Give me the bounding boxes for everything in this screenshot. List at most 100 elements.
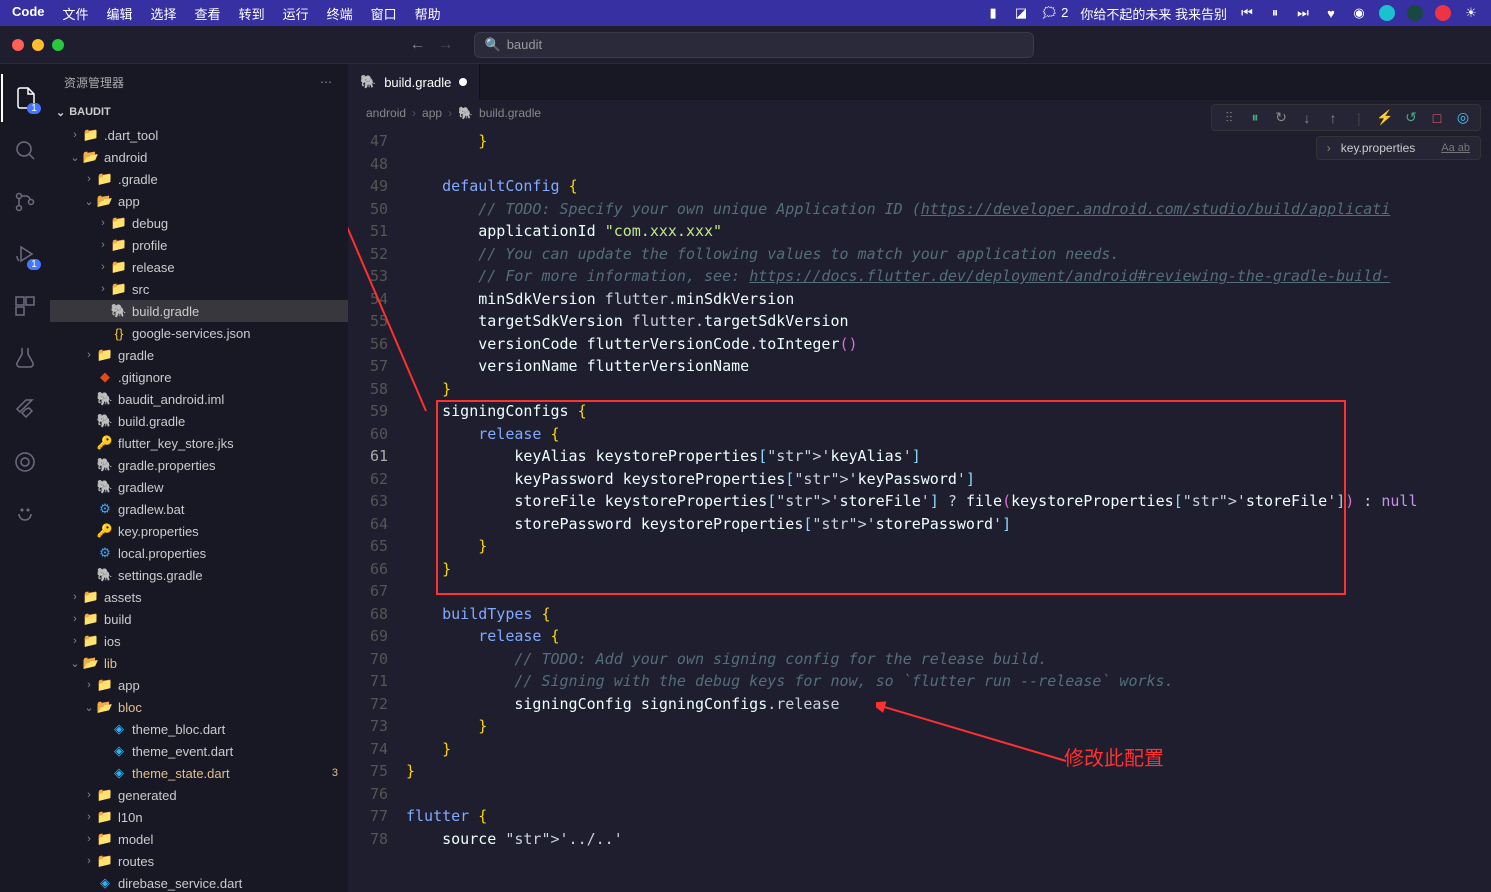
tree-item--gradle[interactable]: ›📁.gradle [50, 168, 348, 190]
hot-reload-icon[interactable]: ⚡ [1376, 109, 1394, 126]
tree-item-android[interactable]: ⌄📂android [50, 146, 348, 168]
tree-item-settings-gradle[interactable]: 🐘settings.gradle [50, 564, 348, 586]
maximize-window-button[interactable] [52, 39, 64, 51]
code-line[interactable]: } [406, 535, 1491, 558]
code-line[interactable]: storeFile keystoreProperties["str">'stor… [406, 490, 1491, 513]
close-window-button[interactable] [12, 39, 24, 51]
tree-item-build[interactable]: ›📁build [50, 608, 348, 630]
tree-item-assets[interactable]: ›📁assets [50, 586, 348, 608]
tree-item-model[interactable]: ›📁model [50, 828, 348, 850]
code-line[interactable]: versionCode flutterVersionCode.toInteger… [406, 333, 1491, 356]
tab-build-gradle[interactable]: 🐘 build.gradle [348, 64, 480, 100]
crumb-android[interactable]: android [366, 106, 406, 120]
tree-item-key-properties[interactable]: 🔑key.properties [50, 520, 348, 542]
activity-debug[interactable]: 1 [1, 230, 49, 278]
code-line[interactable]: // TODO: Specify your own unique Applica… [406, 198, 1491, 221]
tree-item-ios[interactable]: ›📁ios [50, 630, 348, 652]
code-line[interactable]: buildTypes { [406, 603, 1491, 626]
toolbar-stepover-icon[interactable]: ↻ [1272, 109, 1290, 126]
code-editor[interactable]: 4748495051525354555657585960616263646566… [348, 126, 1491, 892]
menu-help[interactable]: 帮助 [415, 4, 441, 23]
code-line[interactable]: keyPassword keystoreProperties["str">'ke… [406, 468, 1491, 491]
nav-back-icon[interactable]: ← [410, 36, 426, 54]
red-circle-icon[interactable] [1435, 5, 1451, 21]
activity-source-control[interactable] [1, 178, 49, 226]
activity-target[interactable] [1, 438, 49, 486]
activity-explorer[interactable]: 1 [1, 74, 49, 122]
code-line[interactable]: storePassword keystoreProperties["str">'… [406, 513, 1491, 536]
circle-icon[interactable]: ◉ [1351, 5, 1367, 21]
globe-icon[interactable] [1379, 5, 1395, 21]
code-line[interactable]: // You can update the following values t… [406, 243, 1491, 266]
minimize-window-button[interactable] [32, 39, 44, 51]
activity-smile[interactable] [1, 490, 49, 538]
tree-item-build-gradle[interactable]: 🐘build.gradle [50, 300, 348, 322]
code-line[interactable]: flutter { [406, 805, 1491, 828]
now-playing[interactable]: 你给不起的未来 我来告别 [1080, 4, 1227, 23]
code-line[interactable]: applicationId "com.xxx.xxx" [406, 220, 1491, 243]
code-line[interactable]: targetSdkVersion flutter.targetSdkVersio… [406, 310, 1491, 333]
tree-item-lib[interactable]: ⌄📂lib [50, 652, 348, 674]
nav-forward-icon[interactable]: → [438, 36, 454, 54]
tree-item-generated[interactable]: ›📁generated [50, 784, 348, 806]
tree-item-local-properties[interactable]: ⚙local.properties [50, 542, 348, 564]
code-line[interactable]: } [406, 378, 1491, 401]
tree-item-bloc[interactable]: ⌄📂bloc [50, 696, 348, 718]
wechat-status[interactable]: 🗯 2 [1041, 5, 1068, 21]
heart-icon[interactable]: ♥ [1323, 5, 1339, 21]
code-line[interactable]: signingConfigs { [406, 400, 1491, 423]
code-line[interactable]: // TODO: Add your own signing config for… [406, 648, 1491, 671]
code-line[interactable]: } [406, 558, 1491, 581]
hot-restart-icon[interactable]: ↺ [1402, 109, 1420, 126]
tree-item-theme-bloc-dart[interactable]: ◈theme_bloc.dart [50, 718, 348, 740]
tree-item-gradle[interactable]: ›📁gradle [50, 344, 348, 366]
toolbar-continue-icon[interactable]: ⫶⫶ [1220, 109, 1238, 126]
menu-window[interactable]: 窗口 [371, 4, 397, 23]
tree-item-build-gradle[interactable]: 🐘build.gradle [50, 410, 348, 432]
traffic-lights[interactable] [12, 39, 64, 51]
tree-item-flutter-key-store-jks[interactable]: 🔑flutter_key_store.jks [50, 432, 348, 454]
code-line[interactable]: source "str">'../..' [406, 828, 1491, 851]
tree-item-app[interactable]: ⌄📂app [50, 190, 348, 212]
tree-item-theme-event-dart[interactable]: ◈theme_event.dart [50, 740, 348, 762]
toolbar-pause-icon[interactable]: ⏸ [1246, 109, 1264, 126]
code-line[interactable]: } [406, 130, 1491, 153]
tree-item-gradlew-bat[interactable]: ⚙gradlew.bat [50, 498, 348, 520]
tree-item-google-services-json[interactable]: {}google-services.json [50, 322, 348, 344]
menu-selection[interactable]: 选择 [151, 4, 177, 23]
toolbar-stepin-icon[interactable]: ↓ [1298, 110, 1316, 126]
tree-item-l10n[interactable]: ›📁l10n [50, 806, 348, 828]
tree-item-release[interactable]: ›📁release [50, 256, 348, 278]
tree-item-theme-state-dart[interactable]: ◈theme_state.dart3 [50, 762, 348, 784]
code-line[interactable] [406, 153, 1491, 176]
activity-flutter[interactable] [1, 386, 49, 434]
menu-run[interactable]: 运行 [283, 4, 309, 23]
code-line[interactable]: } [406, 715, 1491, 738]
toolbar-stepout-icon[interactable]: ↑ [1324, 110, 1342, 126]
tree-item-app[interactable]: ›📁app [50, 674, 348, 696]
code-line[interactable] [406, 580, 1491, 603]
figma-icon[interactable]: ▮ [985, 5, 1001, 21]
sun-icon[interactable]: ☀ [1463, 5, 1479, 21]
tree-item-debug[interactable]: ›📁debug [50, 212, 348, 234]
tree-item-gradle-properties[interactable]: 🐘gradle.properties [50, 454, 348, 476]
code-line[interactable]: // For more information, see: https://do… [406, 265, 1491, 288]
app-icon[interactable]: ◪ [1013, 5, 1029, 21]
code-line[interactable]: minSdkVersion flutter.minSdkVersion [406, 288, 1491, 311]
tree-item-routes[interactable]: ›📁routes [50, 850, 348, 872]
tree-item--dart-tool[interactable]: ›📁.dart_tool [50, 124, 348, 146]
activity-search[interactable] [1, 126, 49, 174]
swirl-icon[interactable] [1407, 5, 1423, 21]
menu-terminal[interactable]: 终端 [327, 4, 353, 23]
tree-item-baudit-android-iml[interactable]: 🐘baudit_android.iml [50, 388, 348, 410]
tree-item-profile[interactable]: ›📁profile [50, 234, 348, 256]
tree-item-direbase-service-dart[interactable]: ◈direbase_service.dart [50, 872, 348, 892]
activity-test[interactable] [1, 334, 49, 382]
menu-edit[interactable]: 编辑 [107, 4, 133, 23]
code-line[interactable]: // Signing with the debug keys for now, … [406, 670, 1491, 693]
tree-item-src[interactable]: ›📁src [50, 278, 348, 300]
sidebar-more-icon[interactable]: ⋯ [320, 75, 334, 89]
menu-go[interactable]: 转到 [239, 4, 265, 23]
menu-view[interactable]: 查看 [195, 4, 221, 23]
code-line[interactable]: versionName flutterVersionName [406, 355, 1491, 378]
